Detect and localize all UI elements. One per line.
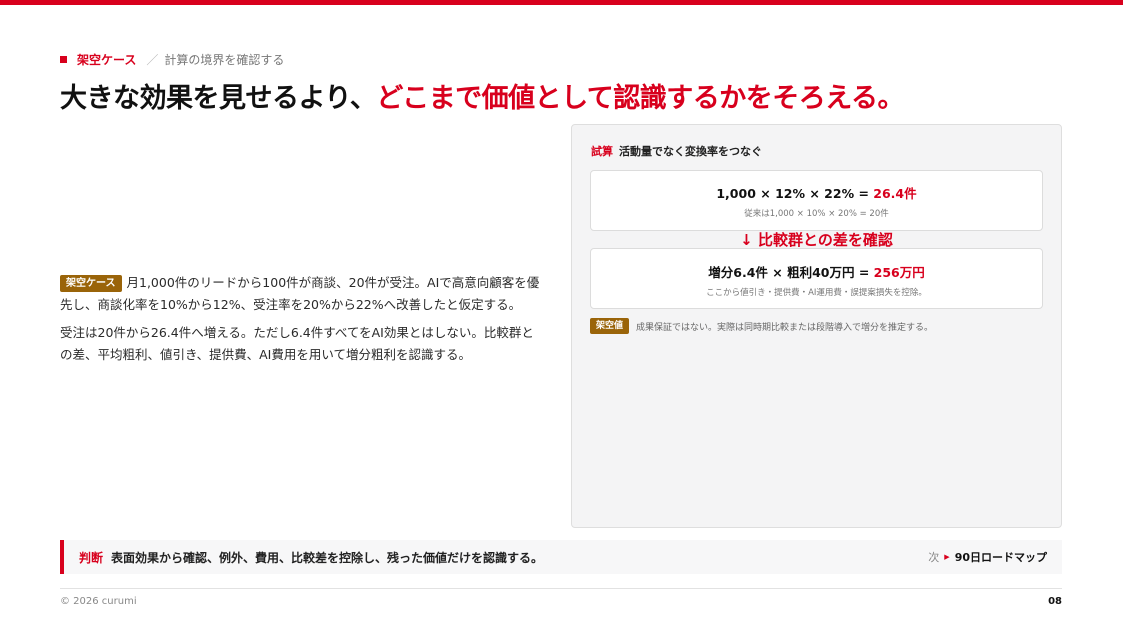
page-number: 08	[1048, 596, 1062, 607]
footer-divider	[60, 588, 1062, 589]
formula-profit-result: 256万円	[873, 265, 925, 280]
footnote-text: 成果保証ではない。実際は同時期比較または段階導入で増分を推定する。	[636, 322, 934, 333]
page-title: 大きな効果を見せるより、どこまで価値として認識するかをそろえる。	[60, 76, 904, 115]
next-link[interactable]: 次 ▶ 90日ロードマップ	[928, 540, 1047, 574]
panel-heading-text: 活動量でなく変換率をつなぐ	[619, 145, 762, 158]
next-label: 次	[928, 551, 940, 564]
case-tag: 架空ケース	[60, 275, 122, 292]
calculation-panel: 試算 活動量でなく変換率をつなぐ 1,000 × 12% × 22% = 26.4…	[571, 124, 1062, 528]
triangle-right-icon: ▶	[944, 553, 950, 561]
formula-profit: 増分6.4件 × 粗利40万円 = 256万円	[591, 262, 1042, 281]
footnote-tag: 架空値	[590, 318, 630, 334]
formula-box-orders: 1,000 × 12% × 22% = 26.4件 従来は1,000 × 10%…	[590, 170, 1043, 231]
page-title-accent: どこまで価値として認識するかをそろえる。	[376, 83, 904, 114]
judgement-text: 表面効果から確認、例外、費用、比較差を控除し、残った価値だけを認識する。	[111, 550, 544, 565]
next-destination: 90日ロードマップ	[954, 551, 1047, 564]
formula-orders-expression: 1,000 × 12% × 22% =	[716, 186, 874, 201]
formula-orders: 1,000 × 12% × 22% = 26.4件	[591, 183, 1042, 202]
comparison-arrow: ↓ 比較群との差を確認	[740, 231, 893, 249]
page-title-main: 大きな効果を見せるより、	[60, 83, 377, 114]
eyebrow-separator: ／	[146, 52, 159, 67]
formula-profit-note: ここから値引き・提供費・AI運用費・誤提案損失を控除。	[706, 288, 927, 298]
judgement-key: 判断	[79, 550, 104, 565]
top-accent-bar	[0, 0, 1123, 5]
case-paragraph-2: 受注は20件から26.4件へ増える。ただし6.4件すべてをAI効果とはしない。比…	[60, 325, 534, 362]
formula-orders-note: 従来は1,000 × 10% × 20% = 20件	[744, 209, 889, 219]
eyebrow-label: 架空ケース	[77, 52, 137, 67]
eyebrow: 架空ケース ／ 計算の境界を確認する	[60, 51, 284, 67]
formula-box-profit: 増分6.4件 × 粗利40万円 = 256万円 ここから値引き・提供費・AI運用…	[590, 248, 1043, 309]
case-description: 架空ケース 月1,000件のリードから100件が商談、20件が受注。AIで高意向顧…	[60, 272, 546, 372]
eyebrow-subtitle: 計算の境界を確認する	[164, 52, 285, 67]
case-paragraph-1: 架空ケース 月1,000件のリードから100件が商談、20件が受注。AIで高意向顧…	[60, 272, 546, 316]
panel-heading: 試算 活動量でなく変換率をつなぐ	[591, 143, 762, 159]
judgement-bar: 判断 表面効果から確認、例外、費用、比較差を控除し、残った価値だけを認識する。 …	[60, 540, 1062, 574]
eyebrow-square-icon	[60, 55, 67, 63]
formula-profit-expression: 増分6.4件 × 粗利40万円 =	[708, 265, 874, 280]
panel-footnote: 架空値 成果保証ではない。実際は同時期比較または段階導入で増分を推定する。	[590, 318, 933, 334]
formula-orders-result: 26.4件	[873, 186, 917, 201]
panel-heading-key: 試算	[591, 145, 613, 158]
case-paragraph-1-text: 月1,000件のリードから100件が商談、20件が受注。AIで高意向顧客を優先し…	[60, 275, 540, 312]
copyright: © 2026 curumi	[60, 596, 137, 607]
